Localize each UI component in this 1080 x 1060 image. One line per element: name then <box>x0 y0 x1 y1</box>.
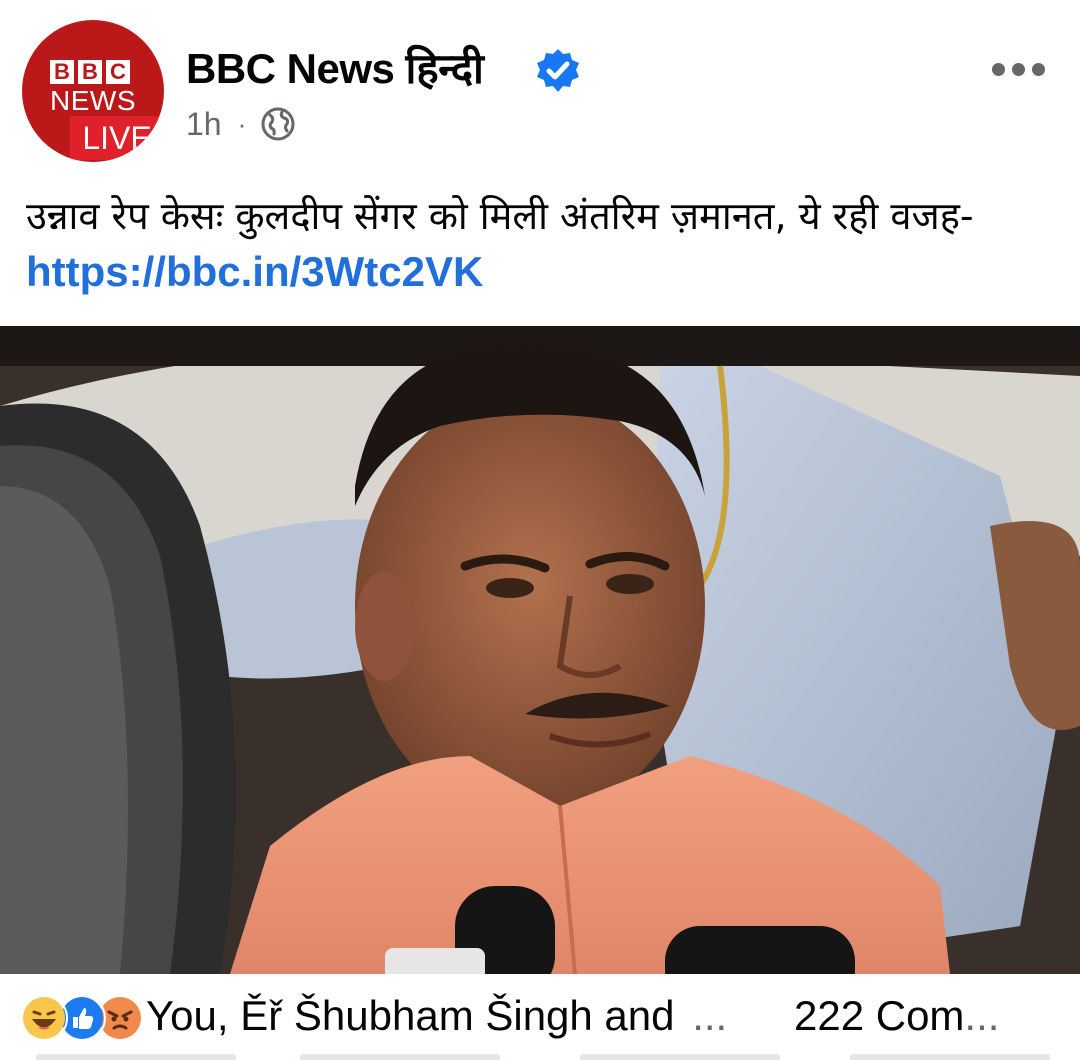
page-name[interactable]: BBC News हिन्दी <box>186 44 484 94</box>
post-text: उन्नाव रेप केसः कुलदीप सेंगर को मिली अंत… <box>26 188 1056 301</box>
action-row-edge <box>0 1052 1080 1060</box>
comments-ellipsis: ... <box>964 992 1000 1039</box>
bbc-logo: B B C <box>50 60 130 84</box>
reactors-text[interactable]: You, Ěř Šhubham Šingh and ... <box>146 990 727 1042</box>
meta-separator: · <box>237 109 247 139</box>
reactors-names: You, Ěř Šhubham Šingh and <box>146 992 675 1039</box>
more-dot <box>1012 62 1025 76</box>
reactions-summary[interactable] <box>20 994 148 1042</box>
more-dot <box>992 62 1005 76</box>
post-timestamp[interactable]: 1h <box>186 104 222 144</box>
news-photo <box>0 326 1080 974</box>
avatar-news-label: NEWS <box>50 85 136 116</box>
avatar-live-label: LIVE <box>70 116 164 160</box>
post-link[interactable]: https://bbc.in/3Wtc2VK <box>26 248 483 295</box>
comments-label: 222 Com <box>794 992 965 1039</box>
comments-count[interactable]: 222 Com... <box>794 990 999 1042</box>
bbc-letter: C <box>106 60 130 84</box>
post-caption: उन्नाव रेप केसः कुलदीप सेंगर को मिली अंत… <box>26 194 974 238</box>
bbc-letter: B <box>78 60 102 84</box>
verified-badge-icon <box>537 49 579 92</box>
engagement-bar: You, Ěř Šhubham Šingh and ... 222 Com... <box>0 974 1080 1060</box>
globe-icon <box>261 107 295 141</box>
bbc-letter: B <box>50 60 74 84</box>
post-header: B B C NEWS LIVE BBC News हिन्दी 1h · <box>0 0 1080 170</box>
more-options-icon[interactable] <box>992 54 1056 84</box>
more-dot <box>1032 62 1045 76</box>
post-photo[interactable] <box>0 326 1080 974</box>
page-avatar[interactable]: B B C NEWS LIVE <box>22 20 164 162</box>
reactors-ellipsis: ... <box>692 992 728 1039</box>
post-meta: 1h · <box>186 104 296 144</box>
haha-reaction-icon <box>20 994 68 1042</box>
